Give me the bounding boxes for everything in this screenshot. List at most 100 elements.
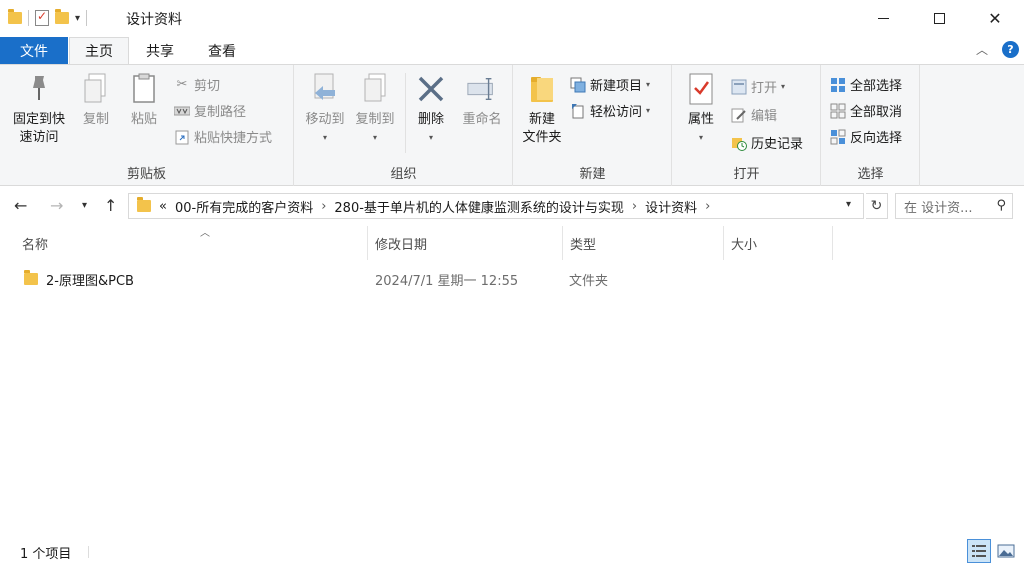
new-folder-button[interactable]: 新建 文件夹 bbox=[518, 71, 566, 147]
rename-label: 重命名 bbox=[462, 112, 502, 127]
select-none-label: 全部取消 bbox=[850, 105, 903, 120]
search-placeholder: 在 设计资... bbox=[904, 200, 973, 216]
column-header-name[interactable]: 名称 ︿ bbox=[16, 226, 368, 260]
paste-shortcut-button[interactable]: 粘贴快捷方式 bbox=[174, 127, 272, 146]
new-folder-label: 新建 文件夹 bbox=[522, 112, 562, 145]
copy-path-button[interactable]: 复制路径 bbox=[174, 101, 246, 120]
breadcrumb-chevron-icon[interactable]: › bbox=[321, 199, 326, 214]
copy-path-icon bbox=[174, 103, 190, 119]
collapse-ribbon-chevron-icon[interactable]: ︿ bbox=[976, 41, 988, 58]
history-button[interactable]: 历史记录 bbox=[731, 133, 803, 152]
column-header-date[interactable]: 修改日期 bbox=[369, 226, 563, 260]
column-header-name-label: 名称 bbox=[22, 237, 49, 253]
breadcrumb-item[interactable]: 280-基于单片机的人体健康监测系统的设计与实现 bbox=[334, 197, 624, 216]
delete-label: 删除 bbox=[417, 112, 444, 127]
file-name-cell: 2-原理图&PCB bbox=[24, 266, 134, 292]
properties-button[interactable]: 属性 ▾ bbox=[681, 71, 721, 147]
help-icon[interactable]: ? bbox=[1002, 41, 1019, 58]
select-none-button[interactable]: 全部取消 bbox=[830, 101, 902, 120]
breadcrumb-item[interactable]: 00-所有完成的客户资料 bbox=[175, 197, 313, 216]
paste-icon bbox=[128, 71, 160, 107]
copy-to-button[interactable]: 复制到 ▾ bbox=[349, 71, 401, 147]
maximize-icon bbox=[933, 12, 945, 24]
paste-button[interactable]: 粘贴 bbox=[124, 71, 164, 129]
status-separator bbox=[88, 546, 89, 558]
tab-view[interactable]: 查看 bbox=[192, 37, 252, 64]
item-count: 1 个项目 bbox=[20, 547, 72, 562]
new-item-button[interactable]: 新建项目 ▾ bbox=[570, 75, 650, 94]
new-folder-icon bbox=[526, 71, 558, 107]
properties-icon bbox=[685, 71, 717, 107]
paste-label: 粘贴 bbox=[130, 112, 157, 127]
column-header-type-label: 类型 bbox=[570, 237, 597, 253]
rename-button[interactable]: 重命名 bbox=[455, 71, 509, 129]
file-row[interactable]: 2-原理图&PCB 2024/7/1 星期一 12:55 文件夹 bbox=[16, 266, 836, 292]
column-header-size[interactable]: 大小 bbox=[725, 226, 833, 260]
forward-arrow-icon[interactable]: → bbox=[50, 196, 63, 215]
invert-selection-icon bbox=[830, 129, 846, 145]
qat-separator bbox=[86, 10, 88, 26]
large-icons-view-button[interactable] bbox=[994, 539, 1018, 563]
up-arrow-icon[interactable]: ↑ bbox=[104, 196, 117, 215]
organize-group: 移动到 ▾ 复制到 ▾ 删除 ▾ 重命名 组织 bbox=[295, 65, 513, 186]
open-button[interactable]: 打开 ▾ bbox=[731, 77, 785, 96]
address-bar[interactable]: « 00-所有完成的客户资料 › 280-基于单片机的人体健康监测系统的设计与实… bbox=[128, 193, 864, 219]
tab-home[interactable]: 主页 bbox=[69, 37, 129, 64]
properties-icon[interactable] bbox=[35, 9, 49, 26]
paste-shortcut-icon bbox=[174, 129, 190, 145]
breadcrumb-item[interactable]: 设计资料 bbox=[645, 197, 697, 216]
rename-icon bbox=[466, 71, 498, 107]
delete-dropdown-icon: ▾ bbox=[428, 133, 433, 142]
refresh-button[interactable]: ↻ bbox=[866, 193, 888, 219]
folder-icon bbox=[137, 197, 151, 212]
history-icon bbox=[731, 135, 747, 151]
breadcrumb-overflow[interactable]: « bbox=[159, 199, 167, 214]
delete-x-icon bbox=[415, 71, 447, 107]
copy-to-icon bbox=[359, 71, 391, 107]
select-group: 全部选择 全部取消 反向选择 选择 bbox=[822, 65, 920, 186]
pin-to-quick-access-button[interactable]: 固定到快 速访问 bbox=[8, 71, 70, 147]
organize-divider bbox=[405, 73, 406, 153]
edit-icon bbox=[731, 107, 747, 123]
delete-button[interactable]: 删除 ▾ bbox=[411, 71, 451, 147]
details-view-button[interactable] bbox=[967, 539, 991, 563]
back-arrow-icon[interactable]: ← bbox=[14, 196, 27, 215]
ribbon: 固定到快 速访问 复制 粘贴 ✂ 剪切 复制路径 粘贴快捷方式 剪贴板 移动到 … bbox=[0, 64, 1024, 186]
close-icon: ✕ bbox=[988, 8, 1002, 28]
tab-file[interactable]: 文件 bbox=[0, 37, 68, 64]
easy-access-icon bbox=[570, 103, 586, 119]
tab-share[interactable]: 共享 bbox=[130, 37, 190, 64]
easy-access-button[interactable]: 轻松访问 ▾ bbox=[570, 101, 650, 120]
open-group: 属性 ▾ 打开 ▾ 编辑 历史记录 打开 bbox=[673, 65, 821, 186]
open-icon bbox=[731, 79, 747, 95]
new-group: 新建 文件夹 新建项目 ▾ 轻松访问 ▾ 新建 bbox=[514, 65, 672, 186]
properties-dropdown-icon: ▾ bbox=[698, 133, 703, 142]
minimize-button[interactable] bbox=[860, 0, 906, 36]
close-button[interactable]: ✕ bbox=[972, 0, 1018, 36]
customize-qat-chevron-icon[interactable]: ▾ bbox=[75, 13, 80, 24]
new-folder-icon[interactable] bbox=[55, 9, 69, 24]
column-header-type[interactable]: 类型 bbox=[564, 226, 724, 260]
address-history-chevron-icon[interactable]: ▾ bbox=[846, 199, 851, 210]
copy-label: 复制 bbox=[82, 112, 109, 127]
invert-selection-button[interactable]: 反向选择 bbox=[830, 127, 902, 146]
refresh-icon: ↻ bbox=[870, 198, 883, 214]
breadcrumb-chevron-icon[interactable]: › bbox=[632, 199, 637, 214]
maximize-button[interactable] bbox=[916, 0, 962, 36]
folder-icon bbox=[8, 9, 22, 24]
copy-to-dropdown-icon: ▾ bbox=[372, 133, 377, 142]
sort-ascending-icon: ︿ bbox=[200, 228, 210, 239]
open-dropdown-icon: ▾ bbox=[781, 82, 786, 91]
cut-button[interactable]: ✂ 剪切 bbox=[174, 75, 220, 94]
select-all-button[interactable]: 全部选择 bbox=[830, 75, 902, 94]
status-bar: 1 个项目 bbox=[0, 538, 1024, 566]
edit-button[interactable]: 编辑 bbox=[731, 105, 777, 124]
new-item-label: 新建项目 bbox=[590, 79, 643, 94]
copy-button[interactable]: 复制 bbox=[76, 71, 116, 129]
move-to-button[interactable]: 移动到 ▾ bbox=[299, 71, 351, 147]
recent-locations-chevron-icon[interactable]: ▾ bbox=[82, 200, 87, 211]
breadcrumb-chevron-icon[interactable]: › bbox=[705, 199, 710, 214]
search-box[interactable]: 在 设计资... ⚲ bbox=[895, 193, 1013, 219]
qat-separator bbox=[28, 10, 29, 26]
select-all-label: 全部选择 bbox=[850, 79, 903, 94]
